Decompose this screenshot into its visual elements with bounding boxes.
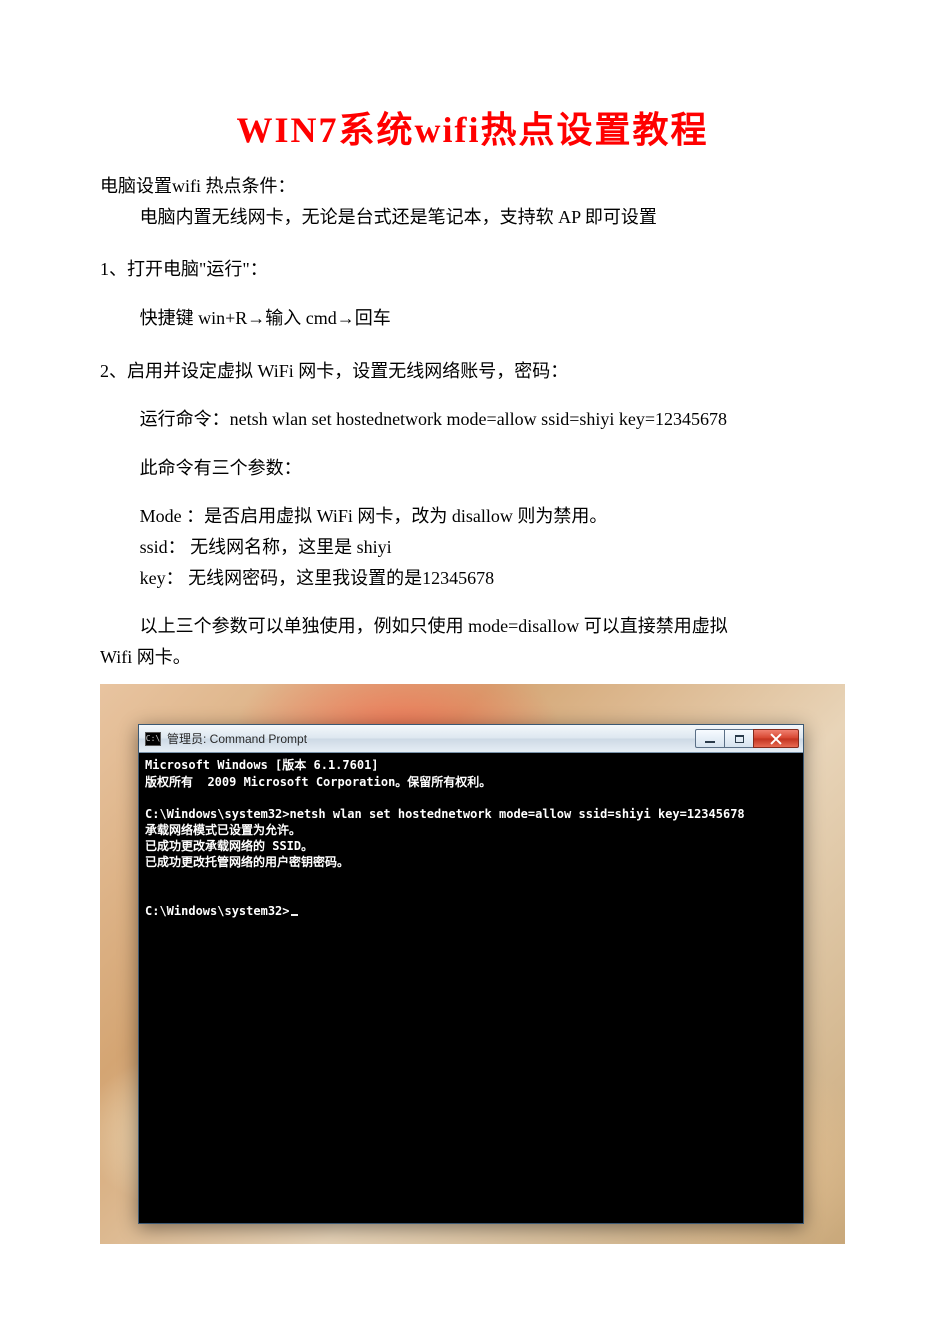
step2-command: 运行命令：netsh wlan set hostednetwork mode=a… — [100, 404, 845, 435]
maximize-button[interactable] — [724, 729, 754, 748]
cmd-titlebar: C:\ 管理员: Command Prompt — [139, 725, 803, 753]
params-intro: 此命令有三个参数： — [100, 453, 845, 484]
step1-header: 1、打开电脑"运行"： — [100, 254, 845, 285]
note-line1: 以上三个参数可以单独使用，例如只使用 mode=disallow 可以直接禁用虚… — [100, 611, 845, 642]
cmd-window: C:\ 管理员: Command Prompt Microsoft Window… — [138, 724, 804, 1224]
page-title: WIN7系统wifi热点设置教程 — [100, 100, 845, 161]
step1-body: 快捷键 win+R→输入 cmd→回车 — [100, 303, 845, 334]
param-mode: Mode ：是否启用虚拟 WiFi 网卡，改为 disallow 则为禁用。 — [100, 501, 845, 532]
conditions-header: 电脑设置wifi 热点条件： — [100, 171, 845, 202]
conditions-body: 电脑内置无线网卡，无论是台式还是笔记本，支持软 AP 即可设置 — [100, 202, 845, 233]
cmd-output[interactable]: Microsoft Windows [版本 6.1.7601] 版权所有 200… — [139, 753, 803, 1223]
param-ssid: ssid： 无线网名称，这里是 shiyi — [100, 532, 845, 563]
note-line2: Wifi 网卡。 — [100, 642, 845, 673]
step2-header: 2、启用并设定虚拟 WiFi 网卡，设置无线网络账号，密码： — [100, 356, 845, 387]
cmd-screenshot: C:\ 管理员: Command Prompt Microsoft Window… — [100, 684, 845, 1244]
cmd-title: 管理员: Command Prompt — [167, 729, 696, 749]
param-key: key： 无线网密码，这里我设置的是12345678 — [100, 563, 845, 594]
cmd-icon: C:\ — [145, 732, 161, 746]
close-button[interactable] — [753, 729, 799, 748]
minimize-button[interactable] — [695, 729, 725, 748]
